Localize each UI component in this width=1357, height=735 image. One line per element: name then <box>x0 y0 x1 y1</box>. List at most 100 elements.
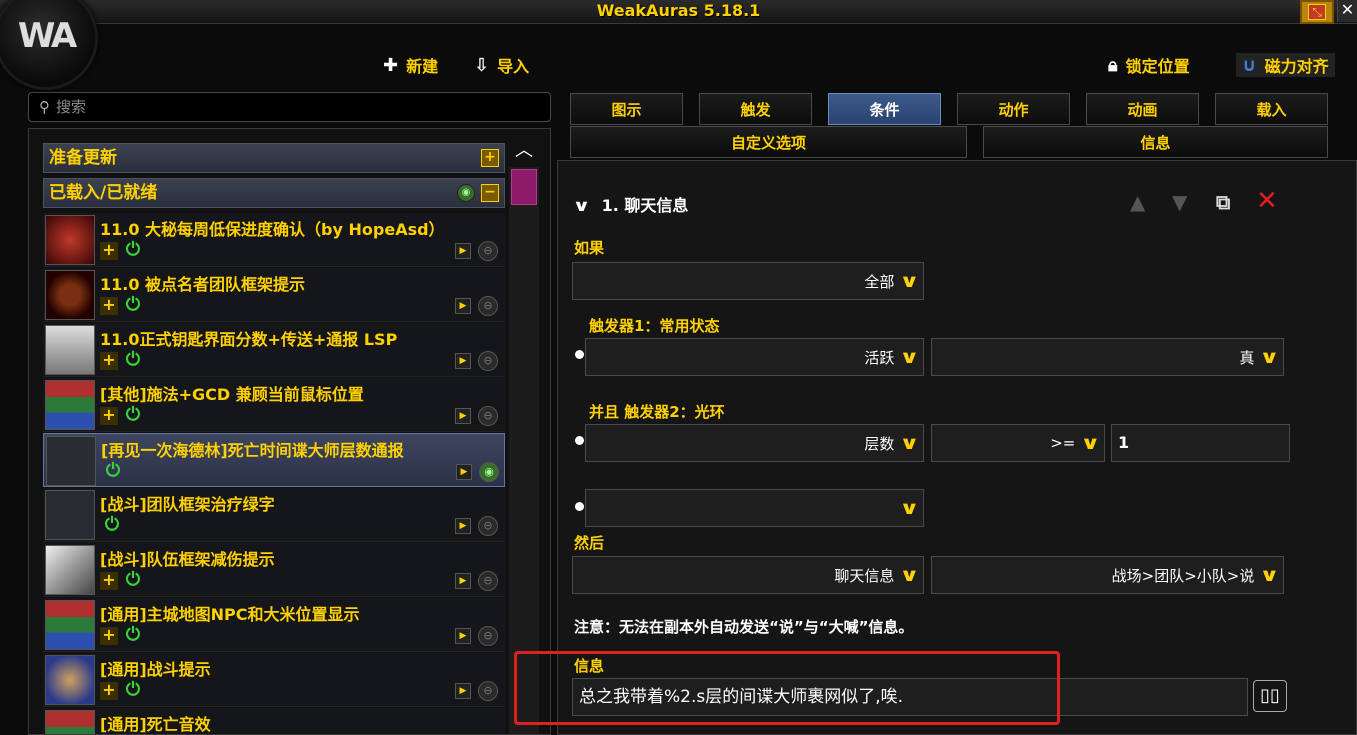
tab-1[interactable]: 触发 <box>699 93 812 125</box>
add-to-group-button[interactable]: + <box>100 297 118 315</box>
add-to-group-button[interactable]: + <box>100 627 118 645</box>
unloaded-status-icon[interactable]: ⊖ <box>478 626 498 646</box>
aura-row[interactable]: [战斗]团队框架治疗绿字 ⏻ ▶ ⊖ <box>43 488 505 542</box>
loaded-status-icon[interactable]: ◉ <box>479 462 499 482</box>
unloaded-status-icon[interactable]: ⊖ <box>478 241 498 261</box>
magnet-align-button[interactable]: ∪ 磁力对齐 <box>1236 53 1335 77</box>
group-update[interactable]: 准备更新 + <box>43 143 505 173</box>
aura-row[interactable]: 11.0正式钥匙界面分数+传送+通报 LSP + ⏻ ▶ ⊖ <box>43 323 505 377</box>
power-icon[interactable]: ⏻ <box>122 679 144 701</box>
search-input[interactable] <box>56 98 526 116</box>
import-label: 导入 <box>497 57 530 76</box>
import-button[interactable]: ⇩ 导入 <box>474 53 529 77</box>
tab-2[interactable]: 条件 <box>828 93 941 125</box>
text-editor-button[interactable]: ▯▯ <box>1253 680 1287 712</box>
trigger2-property-value: 层数 <box>864 434 895 453</box>
if-dropdown[interactable]: 全部 ∨ <box>572 262 924 300</box>
expand-button[interactable]: ▶ <box>455 243 471 259</box>
new-button[interactable]: ✚ 新建 <box>383 53 438 77</box>
aura-name: 11.0 大秘每周低保进度确认（by HopeAsd） <box>100 220 445 239</box>
trigger1-state-dropdown[interactable]: 活跃 ∨ <box>585 338 924 376</box>
scroll-up-button[interactable]: ︿ <box>513 141 535 163</box>
then-action-dropdown[interactable]: 聊天信息 ∨ <box>572 556 924 594</box>
arrow-icon: ⤡ <box>1308 4 1326 20</box>
if-value: 全部 <box>864 272 895 291</box>
then-channel-dropdown[interactable]: 战场>团队>小队>说 ∨ <box>931 556 1284 594</box>
power-icon[interactable]: ⏻ <box>122 569 144 591</box>
tab-0[interactable]: 图示 <box>570 93 683 125</box>
unloaded-status-icon[interactable]: ⊖ <box>478 681 498 701</box>
fire-spell-icon <box>45 215 95 265</box>
expand-button[interactable]: ▶ <box>455 353 471 369</box>
trigger2-value-input[interactable]: 1 <box>1111 424 1290 462</box>
add-to-group-button[interactable]: + <box>100 407 118 425</box>
aura-row[interactable]: [通用]战斗提示 + ⏻ ▶ ⊖ <box>43 653 505 707</box>
condition-header[interactable]: ∨ 1. 聊天信息 <box>572 192 689 216</box>
expand-button[interactable]: ▶ <box>456 464 472 480</box>
add-to-group-button[interactable]: + <box>100 572 118 590</box>
aura-row[interactable]: [再见一次海德林]死亡时间谍大师层数通报 ⏻ ▶ ◉ <box>43 433 505 487</box>
aura-row[interactable]: 11.0 大秘每周低保进度确认（by HopeAsd） + ⏻ ▶ ⊖ <box>43 213 505 267</box>
aura-list[interactable]: 准备更新 + 已载入/已就绪 ◉ − 11.0 大秘每周低保进度确认（by Ho… <box>28 128 551 735</box>
add-group-button[interactable]: + <box>481 149 499 167</box>
chevron-down-icon: ∨ <box>899 564 920 586</box>
trigger1-bool-dropdown[interactable]: 真 ∨ <box>931 338 1284 376</box>
power-icon[interactable]: ⏻ <box>101 514 123 536</box>
expand-button[interactable]: ▶ <box>455 298 471 314</box>
power-icon[interactable]: ⏻ <box>122 294 144 316</box>
group-loaded[interactable]: 已载入/已就绪 ◉ − <box>43 178 505 208</box>
aura-row[interactable]: [通用]主城地图NPC和大米位置显示 + ⏻ ▶ ⊖ <box>43 598 505 652</box>
add-to-group-button[interactable]: + <box>100 682 118 700</box>
import-icon: ⇩ <box>474 54 490 76</box>
unloaded-status-icon[interactable]: ⊖ <box>478 296 498 316</box>
power-icon[interactable]: ⏻ <box>122 404 144 426</box>
power-icon[interactable]: ⏻ <box>122 349 144 371</box>
tab-secondary-0[interactable]: 自定义选项 <box>570 126 967 158</box>
search-icon: ⚲ <box>39 98 50 116</box>
tab-5[interactable]: 载入 <box>1215 93 1328 125</box>
tab-secondary-1[interactable]: 信息 <box>983 126 1328 158</box>
expand-button[interactable]: ▶ <box>455 573 471 589</box>
unloaded-status-icon[interactable]: ⊖ <box>478 516 498 536</box>
aura-row[interactable]: [通用]死亡音效+⏻▶⊖ <box>43 708 505 734</box>
lock-position-button[interactable]: 🔒︎ 锁定位置 <box>1108 53 1190 77</box>
chevron-down-icon: ∨ <box>1259 564 1280 586</box>
scrollbar-track[interactable] <box>509 167 539 734</box>
add-to-group-button[interactable]: + <box>100 352 118 370</box>
title-bar[interactable]: WeakAuras 5.18.1 <box>0 0 1357 24</box>
power-icon[interactable]: ⏻ <box>122 239 144 261</box>
unloaded-status-icon[interactable]: ⊖ <box>478 571 498 591</box>
add-condition-dropdown[interactable]: ∨ <box>585 489 924 527</box>
tab-3[interactable]: 动作 <box>957 93 1070 125</box>
scrollbar-thumb[interactable] <box>511 169 537 205</box>
condition-title: 1. 聊天信息 <box>601 196 689 215</box>
close-button[interactable]: ✕ <box>1337 0 1357 22</box>
unloaded-status-icon[interactable]: ⊖ <box>478 351 498 371</box>
add-to-group-button[interactable]: + <box>100 242 118 260</box>
expand-button[interactable]: ▶ <box>455 408 471 424</box>
power-icon[interactable]: ⏻ <box>122 624 144 646</box>
unloaded-status-icon[interactable]: ⊖ <box>478 406 498 426</box>
group-update-label: 准备更新 <box>49 148 117 168</box>
power-icon[interactable]: ⏻ <box>102 460 124 482</box>
expand-button[interactable]: ▶ <box>455 628 471 644</box>
trigger2-property-dropdown[interactable]: 层数 ∨ <box>585 424 924 462</box>
move-up-icon[interactable]: ▲ <box>1130 190 1145 214</box>
move-down-icon[interactable]: ▼ <box>1172 190 1187 214</box>
shield-icon <box>45 545 95 595</box>
expand-button[interactable]: ▶ <box>455 683 471 699</box>
collapse-group-button[interactable]: − <box>481 184 499 202</box>
chevron-up-icon: ︿ <box>515 140 533 161</box>
bullet-icon <box>575 436 584 445</box>
tab-4[interactable]: 动画 <box>1086 93 1199 125</box>
load-status-icon[interactable]: ◉ <box>457 184 475 202</box>
aura-row[interactable]: 11.0 被点名者团队框架提示 + ⏻ ▶ ⊖ <box>43 268 505 322</box>
duplicate-icon[interactable]: ⧉ <box>1216 190 1230 214</box>
search-box[interactable]: ⚲ <box>28 92 551 122</box>
minimize-button[interactable]: ⤡ <box>1300 0 1334 24</box>
expand-button[interactable]: ▶ <box>455 518 471 534</box>
aura-row[interactable]: [战斗]队伍框架减伤提示 + ⏻ ▶ ⊖ <box>43 543 505 597</box>
delete-icon[interactable]: ✕ <box>1256 186 1278 216</box>
trigger2-operator-dropdown[interactable]: >= ∨ <box>931 424 1105 462</box>
aura-row[interactable]: [其他]施法+GCD 兼顾当前鼠标位置 + ⏻ ▶ ⊖ <box>43 378 505 432</box>
